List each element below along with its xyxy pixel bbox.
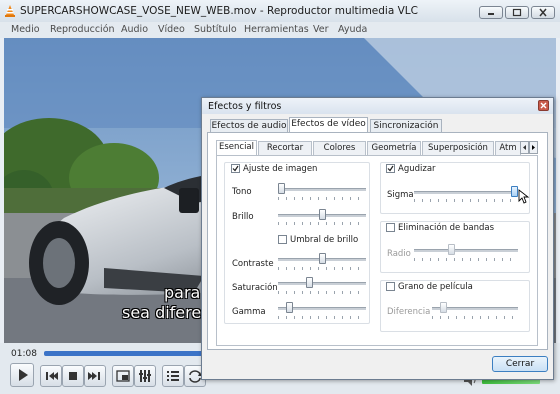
next-button[interactable] — [84, 365, 106, 387]
saturation-slider-track[interactable] — [278, 282, 366, 285]
subtitle-line: para — [164, 283, 201, 302]
radius-slider-ticks — [414, 258, 518, 261]
tab-synchronization[interactable]: Sincronización — [370, 119, 442, 133]
subtab-essential[interactable]: Esencial — [216, 140, 257, 155]
hue-slider-thumb[interactable] — [278, 183, 285, 194]
tab-scroll-left-button[interactable] — [520, 141, 529, 154]
minimize-button[interactable] — [479, 6, 503, 19]
image-adjust-checkbox[interactable] — [231, 164, 240, 173]
effects-dialog: Efectos y filtros Efectos de audio Efect… — [201, 97, 554, 380]
radius-slider-track[interactable] — [414, 249, 518, 252]
debanding-label: Eliminación de bandas — [398, 223, 495, 233]
sigma-slider-track[interactable] — [414, 191, 518, 194]
film-grain-label: Grano de película — [398, 282, 473, 292]
sigma-slider-thumb[interactable] — [511, 186, 518, 197]
tab-scroll-right-button[interactable] — [529, 141, 538, 154]
hue-slider-ticks — [278, 197, 366, 200]
menu-reproduccion[interactable]: Reproducción — [50, 24, 115, 35]
variance-slider-thumb[interactable] — [439, 302, 447, 313]
dialog-close-button[interactable] — [538, 100, 549, 111]
chevron-right-icon — [532, 145, 535, 150]
debanding-checkbox[interactable] — [386, 223, 395, 232]
menu-herramientas[interactable]: Herramientas — [244, 24, 309, 35]
menu-subtitulo[interactable]: Subtítulo — [194, 24, 237, 35]
hue-label: Tono — [232, 187, 252, 197]
mouse-cursor-icon — [518, 189, 530, 205]
image-adjust-label: Ajuste de imagen — [243, 164, 318, 174]
contrast-label: Contraste — [232, 259, 274, 269]
saturation-label: Saturación — [232, 283, 278, 293]
subtab-geometry[interactable]: Geometría — [367, 141, 421, 155]
gamma-label: Gamma — [232, 307, 266, 317]
close-icon — [540, 102, 547, 109]
sigma-label: Sigma — [387, 190, 414, 200]
tab-video-effects[interactable]: Efectos de vídeo — [289, 117, 368, 133]
sigma-slider-ticks — [414, 199, 518, 202]
subtab-crop[interactable]: Recortar — [258, 141, 312, 155]
subtab-overlay[interactable]: Superposición — [422, 141, 494, 155]
menu-medio[interactable]: Medio — [11, 24, 40, 35]
gamma-slider-thumb[interactable] — [286, 302, 294, 313]
variance-label: Diferencia — [387, 307, 431, 317]
brightness-threshold-label: Umbral de brillo — [290, 235, 359, 245]
play-button[interactable] — [10, 363, 34, 387]
saturation-slider-ticks — [278, 291, 366, 294]
sharpen-label: Agudizar — [398, 164, 436, 174]
menu-audio[interactable]: Audio — [121, 24, 148, 35]
gamma-slider-ticks — [278, 316, 366, 319]
radius-label: Radio — [387, 249, 411, 259]
close-button[interactable]: Cerrar — [492, 356, 548, 372]
time-elapsed: 01:08 — [11, 349, 37, 359]
checkmark-icon — [387, 165, 394, 172]
subtab-atmolight[interactable]: Atm — [495, 141, 521, 155]
menu-ayuda[interactable]: Ayuda — [338, 24, 367, 35]
brightness-label: Brillo — [232, 212, 254, 222]
checkmark-icon — [232, 165, 239, 172]
contrast-slider-thumb[interactable] — [318, 253, 326, 264]
vlc-cone-icon — [4, 5, 16, 17]
variance-slider-ticks — [432, 316, 518, 319]
playlist-button[interactable] — [162, 365, 184, 387]
stop-button[interactable] — [62, 365, 84, 387]
radius-slider-thumb[interactable] — [447, 244, 455, 255]
dialog-title: Efectos y filtros — [208, 101, 282, 112]
hue-slider-track[interactable] — [278, 188, 366, 191]
maximize-button[interactable] — [505, 6, 529, 19]
saturation-slider-thumb[interactable] — [306, 277, 314, 288]
window-title: SUPERCARSHOWCASE_VOSE_NEW_WEB.mov - Repr… — [20, 5, 418, 17]
brightness-slider-ticks — [278, 222, 366, 225]
tab-audio-effects[interactable]: Efectos de audio — [210, 119, 288, 133]
brightness-slider-thumb[interactable] — [318, 209, 326, 220]
menu-ver[interactable]: Ver — [313, 24, 329, 35]
subtab-colors[interactable]: Colores — [313, 141, 366, 155]
extended-settings-button[interactable] — [134, 365, 156, 387]
seek-bar[interactable] — [44, 351, 204, 356]
brightness-threshold-checkbox[interactable] — [278, 235, 287, 244]
previous-button[interactable] — [40, 365, 62, 387]
contrast-slider-ticks — [278, 267, 366, 270]
menu-video[interactable]: Vídeo — [158, 24, 185, 35]
sharpen-checkbox[interactable] — [386, 164, 395, 173]
subtitle-line: sea difere — [122, 303, 202, 322]
close-window-button[interactable] — [531, 6, 555, 19]
chevron-left-icon — [523, 145, 526, 150]
film-grain-checkbox[interactable] — [386, 282, 395, 291]
fullscreen-button[interactable] — [112, 365, 134, 387]
